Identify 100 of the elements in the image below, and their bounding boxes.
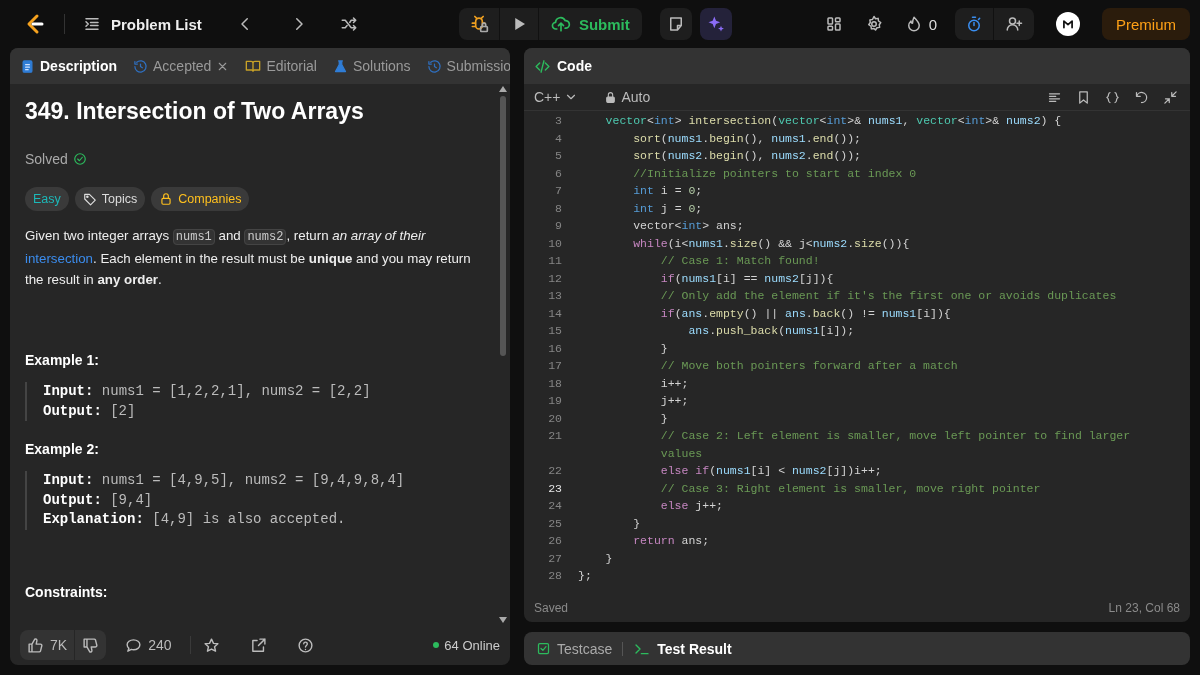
ai-button[interactable]: [699, 8, 732, 40]
difficulty-tag: Easy: [25, 187, 69, 211]
solved-status: Solved: [25, 151, 68, 167]
line-number: 6: [554, 165, 563, 182]
reset-icon[interactable]: [1134, 89, 1149, 105]
code-line: j++;: [660, 393, 690, 409]
scroll-up-icon[interactable]: [499, 86, 507, 92]
line-number: 5: [554, 148, 563, 164]
avatar-mark-icon: [1061, 17, 1075, 31]
code-line: while(i<nums1.size() && j<nums2.size()){: [633, 235, 911, 252]
line-number: 12: [547, 270, 563, 287]
line-number: 19: [547, 393, 563, 409]
line-number: 14: [547, 305, 563, 322]
line-number: 20: [547, 410, 563, 427]
comments-button[interactable]: 240: [118, 636, 179, 654]
braces-icon[interactable]: [1105, 89, 1120, 105]
tag-icon: [82, 192, 97, 206]
line-number: 9: [554, 218, 563, 234]
star-icon[interactable]: [203, 636, 221, 654]
link[interactable]: intersection: [25, 251, 93, 266]
avatar[interactable]: [1056, 12, 1080, 36]
stopwatch-icon: [965, 15, 983, 33]
code-line: i++;: [660, 375, 690, 392]
premium-button[interactable]: Premium: [1102, 8, 1190, 40]
language-dropdown[interactable]: C++: [534, 89, 579, 105]
code-line: vector<int> intersection(vector<int>& nums1, vector<int>& nums2) {: [605, 113, 1063, 129]
list-icon: [83, 15, 101, 33]
code-line: if(nums1[i] == nums2[j]){: [660, 270, 835, 287]
example-line: Input: nums1 = [1,2,2,1], nums2 = [2,2]: [43, 382, 372, 401]
check-circle-icon: [72, 152, 87, 166]
note-button[interactable]: [659, 8, 692, 40]
line-number: 17: [547, 358, 563, 374]
line-number: 4: [554, 130, 563, 147]
code-line: }: [633, 515, 642, 532]
cursor-position: Ln 23, Col 68: [1108, 601, 1180, 615]
example-heading: Example 1:: [25, 352, 100, 368]
checkbox-icon: [536, 641, 551, 656]
save-status: Saved: [534, 601, 569, 615]
tab[interactable]: Solutions: [333, 58, 411, 74]
code-line: else j++;: [660, 498, 724, 514]
tab[interactable]: Description: [20, 58, 117, 74]
bookmark-icon[interactable]: [1076, 89, 1091, 105]
online-dot: [433, 642, 440, 648]
tab[interactable]: Testcase: [536, 640, 613, 657]
problem-list-button[interactable]: Problem List: [83, 15, 202, 33]
line-number: 7: [554, 183, 563, 199]
tab[interactable]: Code: [534, 57, 592, 75]
streak-button[interactable]: 0: [904, 15, 937, 33]
code-line: }: [605, 550, 614, 567]
code-line: // Case 3: Right element is smaller, move right pointer: [660, 480, 1042, 497]
shuffle-icon[interactable]: [339, 15, 358, 33]
line-number: 10: [547, 235, 563, 252]
lock-icon: [604, 90, 618, 104]
line-number: 26: [547, 533, 563, 549]
history-icon: [133, 58, 148, 74]
line-number: 27: [547, 550, 563, 567]
code-line: ans.push_back(nums1[i]);: [688, 323, 856, 339]
book-icon: [245, 58, 262, 74]
example-line: Output: [9,4]: [43, 490, 154, 510]
mode-button[interactable]: Auto: [604, 89, 651, 105]
tab[interactable]: Test Result: [633, 640, 732, 657]
line-number: 13: [547, 288, 563, 304]
line-number: 18: [547, 375, 563, 392]
tab[interactable]: Accepted: [133, 58, 230, 74]
code-line: // Move both pointers forward after a match: [660, 358, 959, 374]
layout-icon[interactable]: [824, 15, 843, 33]
code-line: // Case 1: Match found!: [660, 253, 821, 269]
line-number: 25: [547, 515, 563, 532]
line-number: 22: [547, 463, 563, 479]
code-line: vector<int> ans;: [633, 218, 745, 234]
example-line: Output: [2]: [43, 401, 137, 421]
tab[interactable]: Submissio: [426, 58, 510, 74]
code-line: sort(nums2.begin(), nums2.end());: [633, 148, 862, 164]
line-number: 11: [547, 253, 563, 269]
history-icon: [426, 58, 442, 74]
cloud-upload-icon: [550, 14, 571, 34]
collapse-icon[interactable]: [1163, 89, 1178, 105]
example-line: Explanation: [4,9] is also accepted.: [43, 510, 347, 529]
constraints-heading: Constraints:: [25, 583, 109, 600]
problem-title: 349. Intersection of Two Arrays: [25, 98, 365, 125]
thumbs-up-icon: [27, 636, 44, 654]
document-icon: [20, 58, 35, 74]
scrollbar[interactable]: [496, 84, 510, 625]
code-line: int j = 0;: [633, 200, 704, 217]
companies-button[interactable]: Companies: [151, 187, 250, 211]
code-line: sort(nums1.begin(), nums1.end());: [633, 130, 862, 147]
code-line: };: [578, 568, 593, 584]
comment-icon: [125, 636, 143, 654]
code-line: // Only add the element if it's the first one or avoids duplicates: [660, 288, 1118, 304]
tab[interactable]: Editorial: [245, 58, 317, 74]
share-icon[interactable]: [250, 636, 268, 654]
thumbs-down-icon: [82, 636, 100, 654]
topics-button[interactable]: Topics: [74, 187, 146, 211]
line-number: 21: [547, 428, 563, 444]
scroll-down-icon[interactable]: [499, 617, 507, 623]
code-line: int i = 0;: [633, 183, 704, 199]
line-number: 24: [547, 498, 563, 514]
help-icon[interactable]: [297, 636, 315, 654]
line-number: 15: [547, 323, 563, 339]
example-line: Input: nums1 = [4,9,5], nums2 = [9,4,9,8,4]: [43, 471, 406, 490]
